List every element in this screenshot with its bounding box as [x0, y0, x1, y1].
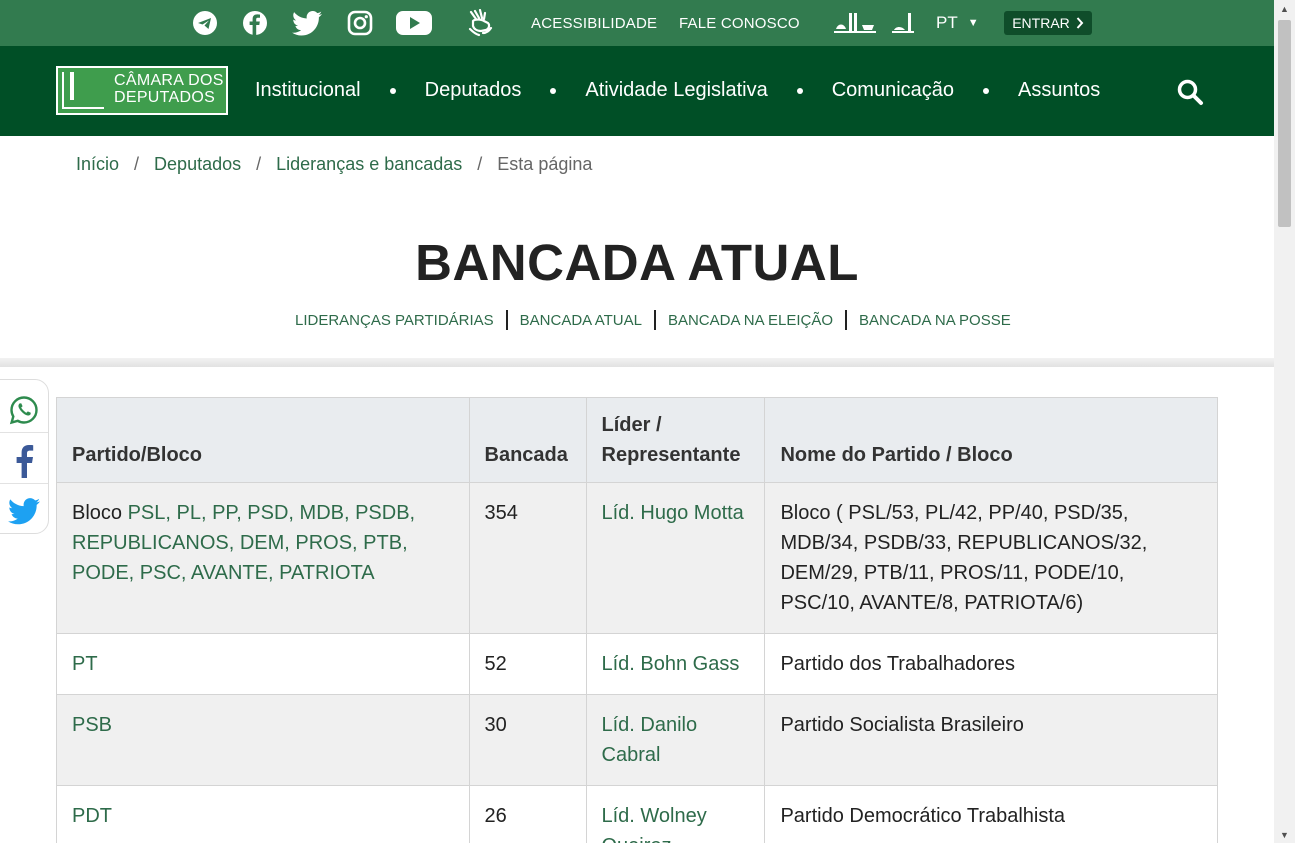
senate-building-icon[interactable] — [892, 9, 914, 37]
party-name-cell: Partido dos Trabalhadores — [764, 633, 1218, 695]
bancada-table: Partido/Bloco Bancada Líder / Representa… — [56, 397, 1218, 843]
seats-cell: 52 — [468, 633, 587, 695]
breadcrumb-liderancas[interactable]: Lideranças e bancadas — [276, 154, 462, 175]
login-button[interactable]: ENTRAR — [1004, 11, 1092, 35]
whatsapp-icon[interactable] — [0, 384, 48, 435]
nav-separator — [796, 87, 803, 94]
logo-line-1: CÂMARA DOS — [114, 72, 224, 89]
leader-link[interactable]: Líd. Bohn Gass — [602, 653, 740, 675]
nav-separator — [550, 87, 557, 94]
libras-icon[interactable] — [466, 9, 494, 37]
header-bancada: Bancada — [468, 397, 587, 483]
leader-cell: Líd. Wolney Queiroz — [585, 785, 766, 843]
party-cell: PSB — [56, 694, 470, 786]
vertical-scrollbar[interactable]: ▲ ▼ — [1274, 0, 1295, 843]
share-separator — [0, 483, 48, 484]
nav-separator — [983, 87, 990, 94]
logo-line-2: DEPUTADOS — [114, 89, 216, 106]
sub-navigation: LIDERANÇAS PARTIDÁRIAS BANCADA ATUAL BAN… — [295, 310, 1011, 330]
subnav-separator — [653, 310, 656, 330]
nav-item-comunicacao[interactable]: Comunicação — [832, 79, 954, 102]
logo-mark — [62, 72, 104, 109]
breadcrumb-separator: / — [134, 154, 140, 174]
nav-item-institucional[interactable]: Institucional — [255, 79, 361, 102]
nav-separator — [389, 87, 396, 94]
seats-cell: 26 — [468, 785, 587, 843]
caret-down-icon: ▼ — [967, 17, 979, 29]
subnav-bancada-posse[interactable]: BANCADA NA POSSE — [859, 312, 1011, 329]
facebook-icon[interactable] — [0, 435, 48, 486]
leader-link[interactable]: Líd. Wolney Queiroz — [602, 805, 707, 843]
chevron-right-icon — [1076, 17, 1084, 29]
party-cell: Bloco PSL, PL, PP, PSD, MDB, PSDB, REPUB… — [56, 482, 470, 634]
youtube-icon[interactable] — [395, 9, 433, 37]
nav-menu: Institucional Deputados Atividade Legisl… — [255, 79, 1100, 102]
seats-cell: 354 — [468, 482, 587, 634]
leader-cell: Líd. Danilo Cabral — [585, 694, 766, 786]
table-header-row: Partido/Bloco Bancada Líder / Representa… — [56, 397, 1218, 483]
header-partido-bloco: Partido/Bloco — [56, 397, 470, 483]
breadcrumb: Início / Deputados / Lideranças e bancad… — [76, 154, 592, 175]
login-label: ENTRAR — [1012, 15, 1070, 31]
language-selector[interactable]: PT ▼ — [936, 13, 979, 33]
language-label: PT — [936, 13, 958, 32]
share-separator — [0, 432, 48, 433]
scrollbar-thumb[interactable] — [1278, 20, 1291, 227]
table-row: PDT 26 Líd. Wolney Queiroz Partido Democ… — [56, 785, 1218, 843]
congress-building-icon[interactable] — [834, 9, 876, 37]
logo-text: CÂMARA DOS DEPUTADOS — [114, 72, 224, 106]
breadcrumb-separator: / — [256, 154, 262, 174]
accessibility-link[interactable]: ACESSIBILIDADE — [531, 15, 657, 32]
page-title: BANCADA ATUAL — [415, 234, 859, 291]
party-link[interactable]: PDT — [72, 805, 112, 827]
header-lider: Líder / Representante — [585, 397, 766, 483]
nav-item-atividade-legislativa[interactable]: Atividade Legislativa — [585, 79, 767, 102]
subnav-bancada-eleicao[interactable]: BANCADA NA ELEIÇÃO — [668, 312, 833, 329]
contact-link[interactable]: FALE CONOSCO — [679, 15, 800, 32]
twitter-icon[interactable] — [0, 486, 48, 537]
party-name-cell: Bloco ( PSL/53, PL/42, PP/40, PSD/35, MD… — [764, 482, 1218, 634]
telegram-icon[interactable] — [191, 9, 218, 37]
leader-link[interactable]: Líd. Hugo Motta — [602, 502, 744, 524]
leader-link[interactable]: Líd. Danilo Cabral — [602, 714, 698, 766]
seats-cell: 30 — [468, 694, 587, 786]
breadcrumb-current: Esta página — [497, 154, 593, 174]
subnav-separator — [845, 310, 847, 330]
table-row: PSB 30 Líd. Danilo Cabral Partido Social… — [56, 694, 1218, 786]
instagram-icon[interactable] — [346, 9, 373, 37]
breadcrumb-separator: / — [477, 154, 483, 174]
main-navigation: CÂMARA DOS DEPUTADOS Institucional Deput… — [0, 46, 1274, 136]
breadcrumb-deputados[interactable]: Deputados — [154, 154, 241, 175]
party-prefix: Bloco — [72, 502, 128, 524]
party-link[interactable]: PSB — [72, 714, 112, 736]
party-cell: PT — [56, 633, 470, 695]
search-icon[interactable] — [1176, 78, 1204, 106]
facebook-icon[interactable] — [241, 9, 268, 37]
utility-bar: ACESSIBILIDADE FALE CONOSCO PT ▼ ENTRAR — [0, 0, 1274, 46]
party-cell: PDT — [56, 785, 470, 843]
nav-item-assuntos[interactable]: Assuntos — [1018, 79, 1100, 102]
leader-cell: Líd. Hugo Motta — [585, 482, 766, 634]
share-sidebar — [0, 379, 49, 534]
scroll-up-icon[interactable]: ▲ — [1274, 0, 1295, 17]
party-name-cell: Partido Democrático Trabalhista — [764, 785, 1218, 843]
subnav-liderancas[interactable]: LIDERANÇAS PARTIDÁRIAS — [295, 312, 494, 329]
scroll-down-icon[interactable]: ▼ — [1274, 826, 1295, 843]
subnav-separator — [505, 310, 508, 330]
camara-logo[interactable]: CÂMARA DOS DEPUTADOS — [56, 66, 228, 115]
table-row: Bloco PSL, PL, PP, PSD, MDB, PSDB, REPUB… — [56, 482, 1218, 634]
party-link[interactable]: PT — [72, 653, 98, 675]
table-row: PT 52 Líd. Bohn Gass Partido dos Trabalh… — [56, 633, 1218, 695]
twitter-icon[interactable] — [291, 9, 323, 37]
subnav-bancada-atual[interactable]: BANCADA ATUAL — [520, 312, 642, 329]
nav-item-deputados[interactable]: Deputados — [425, 79, 522, 102]
breadcrumb-inicio[interactable]: Início — [76, 154, 119, 175]
party-name-cell: Partido Socialista Brasileiro — [764, 694, 1218, 786]
header-nome-partido: Nome do Partido / Bloco — [764, 397, 1218, 483]
section-divider — [0, 358, 1274, 367]
leader-cell: Líd. Bohn Gass — [585, 633, 766, 695]
